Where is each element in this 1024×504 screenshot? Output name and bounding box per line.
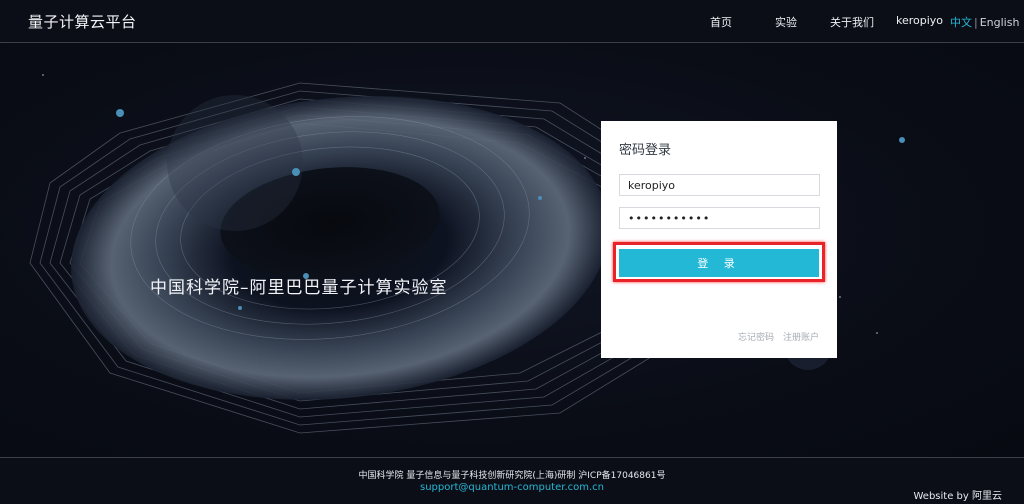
hero-title: 中国科学院–阿里巴巴量子计算实验室 [150, 278, 448, 298]
language-switch: 中文 | English [950, 14, 1019, 30]
login-title: 密码登录 [619, 143, 672, 158]
footer-email-link[interactable]: support@quantum-computer.com.cn [0, 482, 1024, 493]
card-links: 忘记密码 注册账户 [729, 330, 819, 343]
password-input[interactable] [619, 207, 820, 229]
lang-en[interactable]: English [980, 16, 1020, 29]
lang-separator: | [974, 16, 978, 29]
top-nav-bar: 量子计算云平台 首页 实验 关于我们 keropiyo 中文 | English [0, 0, 1024, 43]
login-button-highlight: 登 录 [613, 242, 825, 282]
login-card: 密码登录 登 录 忘记密码注册账户 [601, 121, 837, 358]
register-link[interactable]: 注册账户 [783, 333, 819, 343]
hero-banner: 中国科学院–阿里巴巴量子计算实验室 [0, 43, 1024, 457]
footer-website-credit: Website by 阿里云 [913, 491, 1003, 502]
footer: 中国科学院 量子信息与量子科技创新研究院(上海)研制 沪ICP备17046861… [0, 457, 1024, 504]
footer-copyright: 中国科学院 量子信息与量子科技创新研究院(上海)研制 沪ICP备17046861… [358, 471, 666, 481]
nav-experiment[interactable]: 实验 [775, 14, 797, 30]
nav-home[interactable]: 首页 [710, 14, 732, 30]
nav-user[interactable]: keropiyo [896, 14, 943, 27]
forgot-password-link[interactable]: 忘记密码 [738, 333, 774, 343]
brand-logo[interactable]: 量子计算云平台 [28, 11, 137, 32]
login-button[interactable]: 登 录 [619, 249, 819, 277]
username-input[interactable] [619, 174, 820, 196]
quantum-torus-illustration [29, 74, 905, 434]
page: 量子计算云平台 首页 实验 关于我们 keropiyo 中文|English [0, 0, 1024, 504]
lang-zh[interactable]: 中文 [950, 16, 972, 29]
nav-about-us[interactable]: 关于我们 [830, 14, 874, 30]
